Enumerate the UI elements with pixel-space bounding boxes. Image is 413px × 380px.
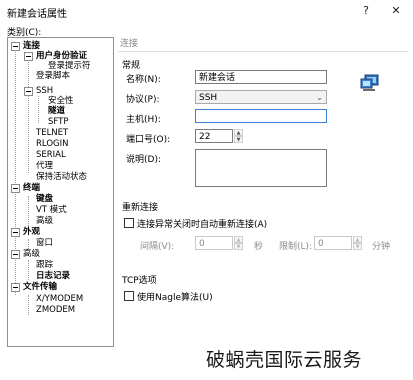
collapse-toggle-icon[interactable] — [24, 52, 33, 61]
settings-panel: 连接 常规 名称(N): 新建会话 协议(P): SSH ⌄ 主机(H): 端口… — [118, 37, 408, 345]
tree-node-security[interactable]: 安全性 — [48, 96, 74, 106]
watermark-text: 破蜗壳国际云服务 — [206, 349, 363, 371]
panel-header: 连接 — [118, 37, 408, 52]
tree-node-file-transfer[interactable]: 文件传输 — [23, 282, 57, 292]
port-stepper[interactable]: ▲ ▼ — [234, 129, 243, 143]
interval-input[interactable]: 0 — [195, 236, 233, 250]
collapse-toggle-icon[interactable] — [11, 228, 20, 237]
general-section-title: 常规 — [122, 61, 141, 71]
stepper-down-icon[interactable]: ▼ — [234, 243, 243, 250]
nagle-label: 使用Nagle算法(U) — [137, 293, 213, 303]
title-bar: 新建会话属性 ? ✕ — [0, 0, 413, 22]
chevron-down-icon: ⌄ — [316, 93, 323, 102]
stepper-up-icon[interactable]: ▲ — [353, 236, 362, 243]
category-tree[interactable]: 连接 用户身份验证 登录提示符 登录脚本 SSH 安全性 隧道 SFTP TEL… — [7, 37, 114, 347]
limit-input[interactable]: 0 — [314, 236, 352, 250]
nagle-checkbox[interactable] — [124, 291, 134, 301]
tree-node-terminal[interactable]: 终端 — [23, 183, 40, 193]
tree-node-login-script[interactable]: 登录脚本 — [36, 71, 70, 81]
tree-node-ssh[interactable]: SSH — [36, 86, 53, 96]
port-input[interactable]: 22 — [195, 129, 233, 143]
collapse-toggle-icon[interactable] — [24, 87, 33, 96]
tree-node-zmodem[interactable]: ZMODEM — [36, 305, 75, 315]
stepper-up-icon[interactable]: ▲ — [234, 236, 243, 243]
tree-node-xymodem[interactable]: X/YMODEM — [36, 294, 83, 304]
auto-reconnect-label: 连接异常关闭时自动重新连接(A) — [137, 220, 268, 230]
tree-node-keyboard[interactable]: 键盘 — [36, 194, 53, 204]
tree-node-advanced[interactable]: 高级 — [23, 249, 40, 259]
tree-node-appearance[interactable]: 外观 — [23, 227, 40, 237]
limit-label: 限制(L): — [279, 242, 313, 252]
stepper-down-icon[interactable]: ▼ — [353, 243, 362, 250]
protocol-select[interactable]: SSH ⌄ — [195, 90, 327, 104]
name-label: 名称(N): — [126, 75, 161, 85]
protocol-label: 协议(P): — [126, 95, 160, 105]
tree-node-telnet[interactable]: TELNET — [36, 128, 68, 138]
collapse-toggle-icon[interactable] — [11, 283, 20, 292]
tree-node-window[interactable]: 窗口 — [36, 238, 53, 248]
description-textarea[interactable] — [195, 149, 327, 187]
interval-unit: 秒 — [254, 242, 264, 252]
port-label: 端口号(O): — [126, 135, 171, 145]
tree-node-logging[interactable]: 日志记录 — [36, 271, 70, 281]
stepper-down-icon[interactable]: ▼ — [234, 136, 243, 143]
window-title: 新建会话属性 — [7, 9, 67, 20]
description-label: 说明(D): — [126, 155, 161, 165]
tree-node-sftp[interactable]: SFTP — [48, 117, 68, 127]
help-button[interactable]: ? — [358, 3, 374, 19]
collapse-toggle-icon[interactable] — [11, 184, 20, 193]
collapse-toggle-icon[interactable] — [11, 42, 20, 51]
interval-stepper[interactable]: ▲ ▼ — [234, 236, 243, 250]
host-label: 主机(H): — [126, 115, 161, 125]
name-input[interactable]: 新建会话 — [195, 70, 327, 84]
tree-node-terminal-advanced[interactable]: 高级 — [36, 216, 53, 226]
tree-node-rlogin[interactable]: RLOGIN — [36, 139, 68, 149]
tree-node-trace[interactable]: 跟踪 — [36, 260, 53, 270]
tree-node-user-auth[interactable]: 用户身份验证 — [36, 51, 87, 61]
limit-stepper[interactable]: ▲ ▼ — [353, 236, 362, 250]
stepper-up-icon[interactable]: ▲ — [234, 129, 243, 136]
tree-node-tunneling[interactable]: 隧道 — [48, 106, 65, 116]
tree-node-login-prompt[interactable]: 登录提示符 — [48, 61, 91, 71]
close-button[interactable]: ✕ — [388, 3, 404, 19]
tree-node-connection[interactable]: 连接 — [23, 41, 40, 51]
tree-node-keep-alive[interactable]: 保持活动状态 — [36, 172, 87, 182]
protocol-value: SSH — [199, 93, 218, 103]
tree-node-proxy[interactable]: 代理 — [36, 161, 53, 171]
network-computer-icon — [360, 74, 379, 91]
host-input[interactable] — [195, 109, 327, 123]
auto-reconnect-checkbox[interactable] — [124, 218, 134, 228]
tree-node-vt-mode[interactable]: VT 模式 — [36, 205, 67, 215]
interval-label: 间隔(V): — [140, 242, 175, 252]
tree-node-serial[interactable]: SERIAL — [36, 150, 66, 160]
reconnect-section-title: 重新连接 — [122, 203, 159, 213]
collapse-toggle-icon[interactable] — [11, 250, 20, 259]
limit-unit: 分钟 — [372, 242, 391, 252]
tcp-section-title: TCP选项 — [122, 276, 157, 286]
